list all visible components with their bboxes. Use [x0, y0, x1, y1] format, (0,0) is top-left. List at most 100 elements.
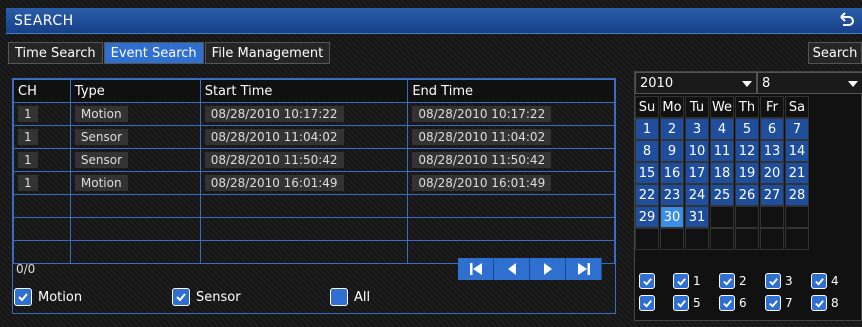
channel-row: 5 6 7 8 — [639, 292, 862, 314]
table-row[interactable] — [13, 217, 615, 241]
check-icon — [673, 273, 689, 289]
pager — [458, 258, 602, 280]
calendar-day[interactable]: 29 — [635, 206, 659, 228]
filter-sensor[interactable]: Sensor — [172, 288, 330, 306]
table-row[interactable]: 1 Sensor 08/28/2010 11:50:42 08/28/2010 … — [13, 148, 615, 172]
channel-all-toggle[interactable] — [639, 295, 673, 311]
cell-type: Motion — [74, 175, 128, 191]
first-page-button[interactable] — [458, 258, 494, 280]
calendar-day[interactable]: 23 — [660, 184, 684, 206]
table-row[interactable]: 1 Motion 08/28/2010 10:17:22 08/28/2010 … — [13, 102, 615, 126]
back-icon[interactable] — [836, 10, 856, 30]
calendar-week: 15 16 17 18 19 20 21 — [635, 162, 862, 184]
check-icon — [765, 273, 781, 289]
channel-5[interactable]: 5 — [673, 295, 719, 311]
calendar-day[interactable]: 22 — [635, 184, 659, 206]
channel-all-toggle[interactable] — [639, 273, 673, 289]
calendar-day[interactable]: 21 — [785, 162, 809, 184]
year-select[interactable]: 2010 — [635, 72, 757, 94]
calendar-day[interactable]: 4 — [710, 118, 734, 140]
cell-end-time: 08/28/2010 11:50:42 — [412, 152, 552, 168]
check-icon — [719, 273, 735, 289]
calendar-day[interactable]: 31 — [685, 206, 709, 228]
calendar-day[interactable]: 25 — [710, 184, 734, 206]
next-page-button[interactable] — [530, 258, 566, 280]
table-row[interactable]: 1 Sensor 08/28/2010 11:04:02 08/28/2010 … — [13, 125, 615, 149]
calendar-day[interactable]: 1 — [635, 118, 659, 140]
calendar-day[interactable]: 20 — [760, 162, 784, 184]
cell-ch: 1 — [18, 106, 38, 122]
calendar-day[interactable]: 14 — [785, 140, 809, 162]
window-title: SEARCH — [14, 13, 74, 29]
calendar-week: 29 30 31 — [635, 206, 862, 228]
calendar-day[interactable]: 18 — [710, 162, 734, 184]
header-end-time: End Time — [407, 79, 615, 103]
calendar-day[interactable]: 9 — [660, 140, 684, 162]
channel-label: 5 — [693, 296, 701, 310]
weekday-label: Su — [635, 96, 659, 118]
calendar-day[interactable]: 24 — [685, 184, 709, 206]
channel-3[interactable]: 3 — [765, 273, 811, 289]
last-page-button[interactable] — [566, 258, 602, 280]
prev-page-button[interactable] — [494, 258, 530, 280]
calendar-day[interactable]: 6 — [760, 118, 784, 140]
chevron-down-icon — [742, 81, 752, 87]
calendar-day[interactable]: 28 — [785, 184, 809, 206]
calendar-day[interactable]: 11 — [710, 140, 734, 162]
channel-4[interactable]: 4 — [811, 273, 857, 289]
channel-label: 8 — [831, 296, 839, 310]
cell-ch: 1 — [18, 152, 38, 168]
cell-end-time: 08/28/2010 10:17:22 — [412, 106, 552, 122]
channel-2[interactable]: 2 — [719, 273, 765, 289]
chevron-down-icon — [848, 81, 858, 87]
calendar-day[interactable]: 17 — [685, 162, 709, 184]
check-icon — [765, 295, 781, 311]
cell-type: Sensor — [74, 129, 129, 145]
calendar-day[interactable]: 15 — [635, 162, 659, 184]
calendar-day[interactable]: 2 — [660, 118, 684, 140]
calendar-day[interactable]: 10 — [685, 140, 709, 162]
cell-start-time: 08/28/2010 16:01:49 — [204, 175, 344, 191]
calendar-day[interactable]: 8 — [635, 140, 659, 162]
channel-label: 7 — [785, 296, 793, 310]
search-button[interactable]: Search — [808, 42, 862, 64]
last-page-icon — [577, 263, 590, 275]
calendar-day-selected[interactable]: 30 — [660, 206, 684, 228]
channel-1[interactable]: 1 — [673, 273, 719, 289]
tab-file-management[interactable]: File Management — [204, 42, 331, 64]
tab-event-search[interactable]: Event Search — [103, 42, 204, 64]
calendar-day[interactable]: 16 — [660, 162, 684, 184]
calendar-day[interactable]: 5 — [735, 118, 759, 140]
first-page-icon — [469, 263, 482, 275]
calendar-week: 8 9 10 11 12 13 14 — [635, 140, 862, 162]
filter-motion[interactable]: Motion — [14, 288, 172, 306]
tab-time-search[interactable]: Time Search — [8, 42, 103, 64]
filter-all[interactable]: All — [330, 288, 370, 306]
calendar-empty-cell — [710, 228, 734, 250]
cell-start-time: 08/28/2010 11:50:42 — [204, 152, 344, 168]
calendar-empty-cell — [785, 228, 809, 250]
month-select[interactable]: 8 — [757, 72, 862, 94]
channel-7[interactable]: 7 — [765, 295, 811, 311]
channel-8[interactable]: 8 — [811, 295, 857, 311]
table-row[interactable]: 1 Motion 08/28/2010 16:01:49 08/28/2010 … — [13, 171, 615, 195]
calendar: 2010 8 Su Mo Tu We Th Fr Sa 1 2 3 4 5 6 7 8 9 10 11 12 13 14… — [634, 71, 862, 321]
calendar-day[interactable]: 19 — [735, 162, 759, 184]
weekday-label: Fr — [760, 96, 784, 118]
calendar-day[interactable]: 12 — [735, 140, 759, 162]
cell-end-time: 08/28/2010 16:01:49 — [412, 175, 552, 191]
calendar-day[interactable]: 3 — [685, 118, 709, 140]
weekday-label: Th — [735, 96, 759, 118]
weekday-label: Sa — [785, 96, 809, 118]
calendar-empty-cell — [735, 228, 759, 250]
calendar-day[interactable]: 27 — [760, 184, 784, 206]
channel-6[interactable]: 6 — [719, 295, 765, 311]
calendar-day[interactable]: 7 — [785, 118, 809, 140]
channel-row: 1 2 3 4 — [639, 270, 862, 292]
calendar-day[interactable]: 26 — [735, 184, 759, 206]
cell-ch: 1 — [18, 129, 38, 145]
table-row[interactable] — [13, 194, 615, 218]
weekday-label: Mo — [660, 96, 684, 118]
calendar-empty-cell — [760, 228, 784, 250]
calendar-day[interactable]: 13 — [760, 140, 784, 162]
